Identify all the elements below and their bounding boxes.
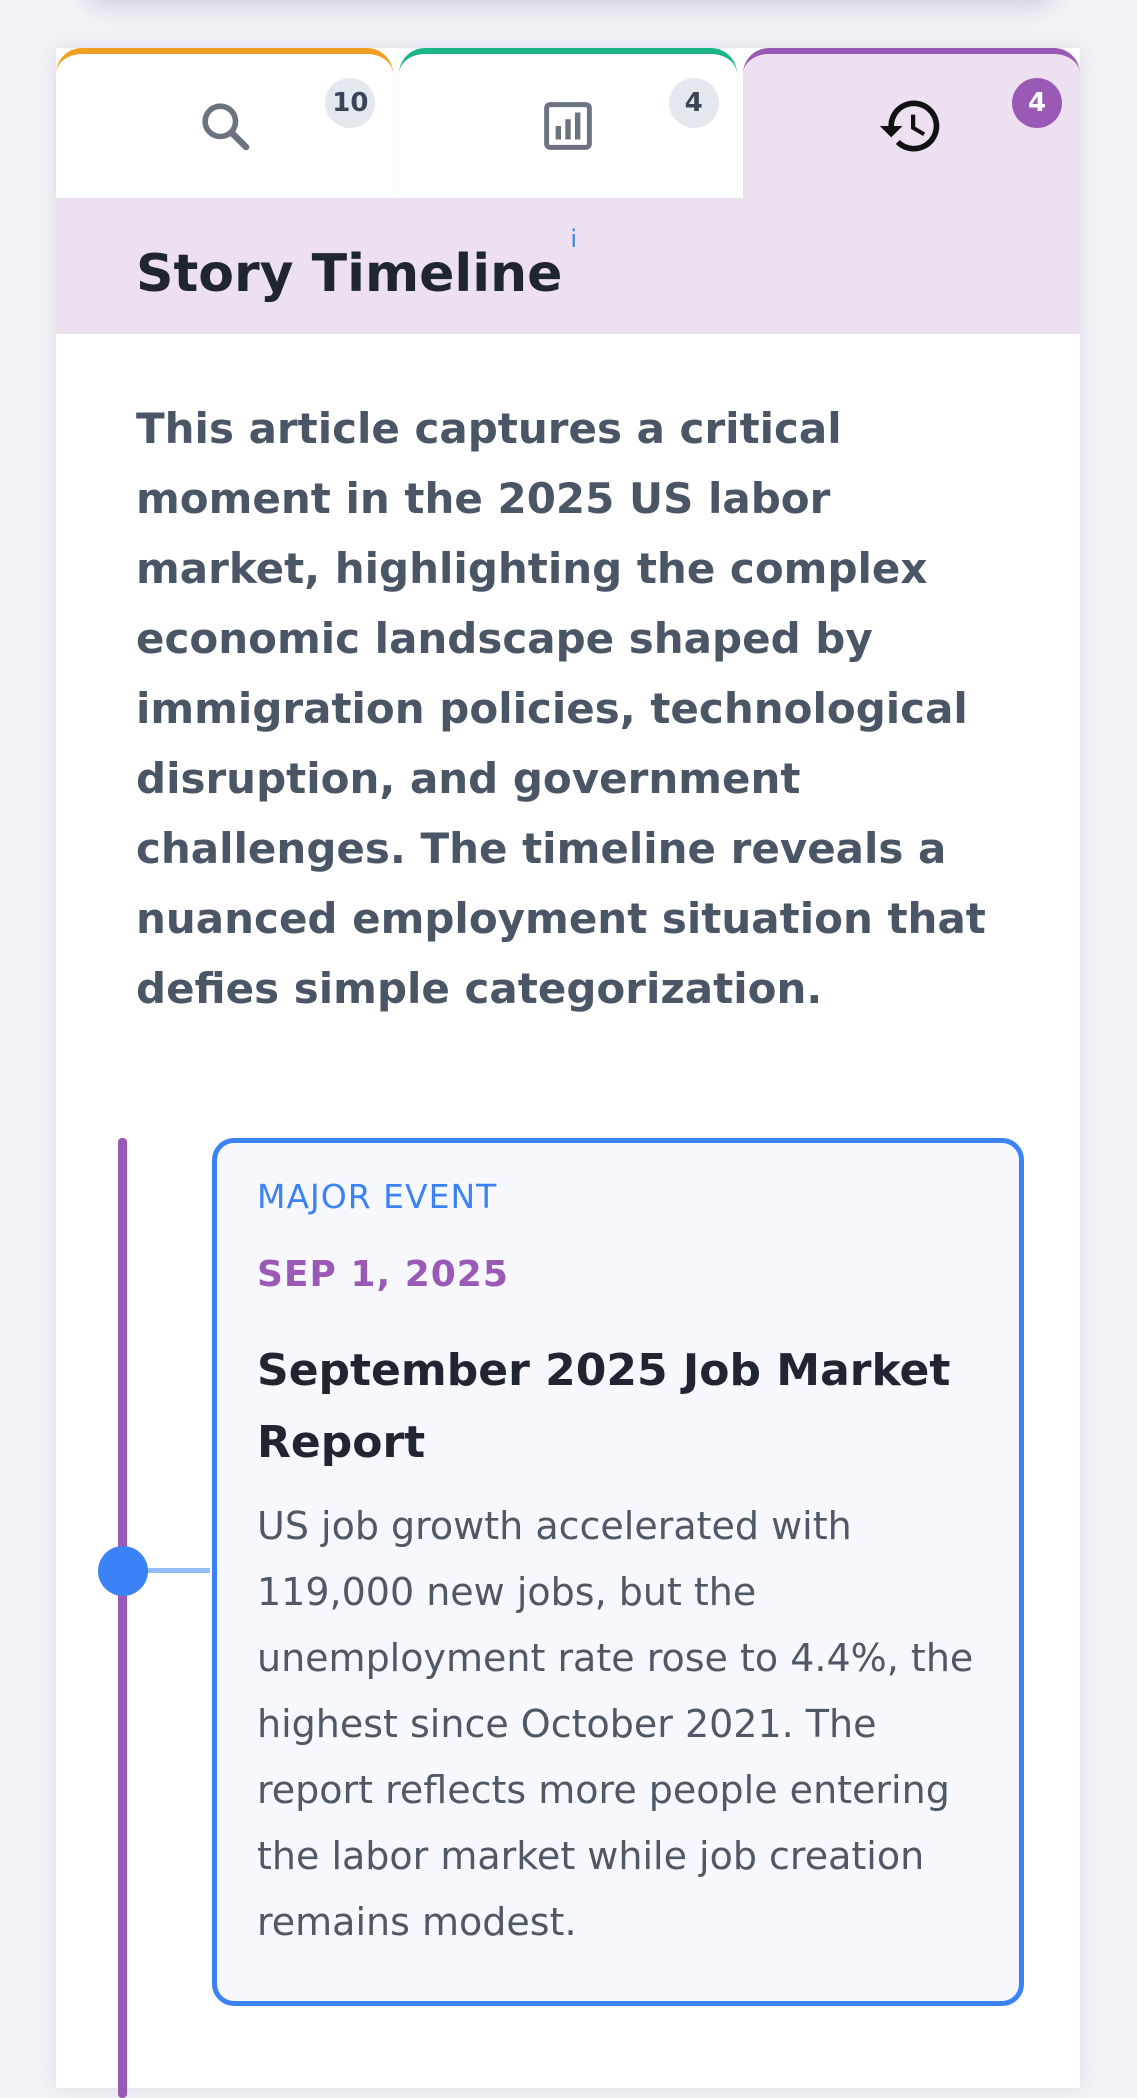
timeline-event-card[interactable]: MAJOR EVENT SEP 1, 2025 September 2025 J… (212, 1138, 1024, 2006)
timeline-line (118, 1138, 127, 2098)
bar-chart-icon (544, 102, 592, 150)
event-description: US job growth accelerated with 119,000 n… (257, 1504, 974, 1944)
page-title: Story Timelinei (136, 225, 577, 304)
page-title-text: Story Timeline (136, 244, 563, 304)
event-title: September 2025 Job Market Report (257, 1345, 951, 1468)
tab-search[interactable]: 10 (56, 48, 394, 198)
tab-charts-badge: 4 (668, 78, 719, 128)
info-icon[interactable]: i (570, 225, 577, 253)
timeline-connector (146, 1568, 210, 1573)
event-date: SEP 1, 2025 (257, 1254, 509, 1295)
history-icon (880, 100, 940, 152)
tab-charts[interactable]: 4 (399, 48, 737, 198)
tab-bar: 10 4 4 (56, 48, 1080, 198)
search-icon (202, 103, 249, 151)
tab-history-badge: 4 (1011, 78, 1062, 128)
timeline-dot[interactable] (98, 1546, 148, 1596)
tab-search-badge: 10 (325, 78, 376, 128)
story-panel: 10 4 4 Story Timelinei This article capt… (56, 48, 1080, 2098)
tab-history[interactable]: 4 (742, 48, 1080, 198)
event-type: MAJOR EVENT (257, 1177, 498, 1216)
section-header: Story Timelinei (56, 198, 1080, 334)
story-summary: This article captures a critical moment … (136, 404, 986, 1013)
